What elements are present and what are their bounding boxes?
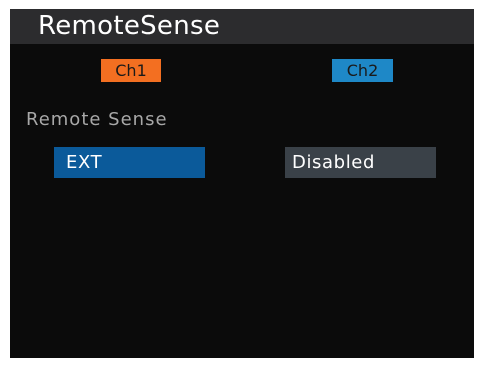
title-bar: RemoteSense — [10, 9, 474, 44]
channel-2-remote-sense-value[interactable]: Disabled — [285, 147, 436, 178]
channel-1-badge[interactable]: Ch1 — [101, 59, 161, 82]
remote-sense-label: Remote Sense — [26, 109, 168, 130]
channel-1-remote-sense-value[interactable]: EXT — [54, 147, 205, 178]
instrument-screen: RemoteSense Ch1 Ch2 Remote Sense EXT Dis… — [10, 9, 474, 358]
page-title: RemoteSense — [38, 11, 221, 41]
channel-2-badge[interactable]: Ch2 — [332, 59, 393, 82]
